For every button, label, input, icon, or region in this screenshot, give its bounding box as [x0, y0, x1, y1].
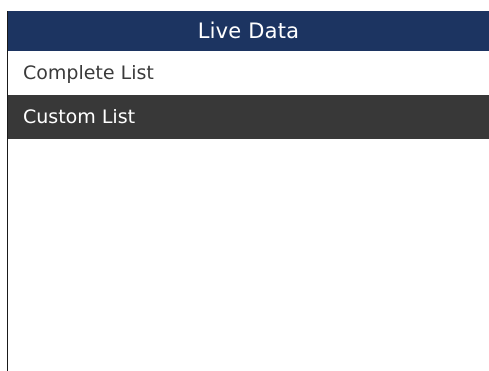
device-screen: Live Data Complete List Custom List [7, 11, 489, 371]
menu-item-label: Custom List [23, 106, 136, 128]
screen-header: Live Data [8, 11, 489, 51]
menu-item-custom-list[interactable]: Custom List [8, 95, 489, 139]
menu-item-label: Complete List [23, 62, 154, 84]
screen-title: Live Data [197, 19, 300, 43]
menu-list: Complete List Custom List [8, 51, 489, 139]
menu-item-complete-list[interactable]: Complete List [8, 51, 489, 95]
